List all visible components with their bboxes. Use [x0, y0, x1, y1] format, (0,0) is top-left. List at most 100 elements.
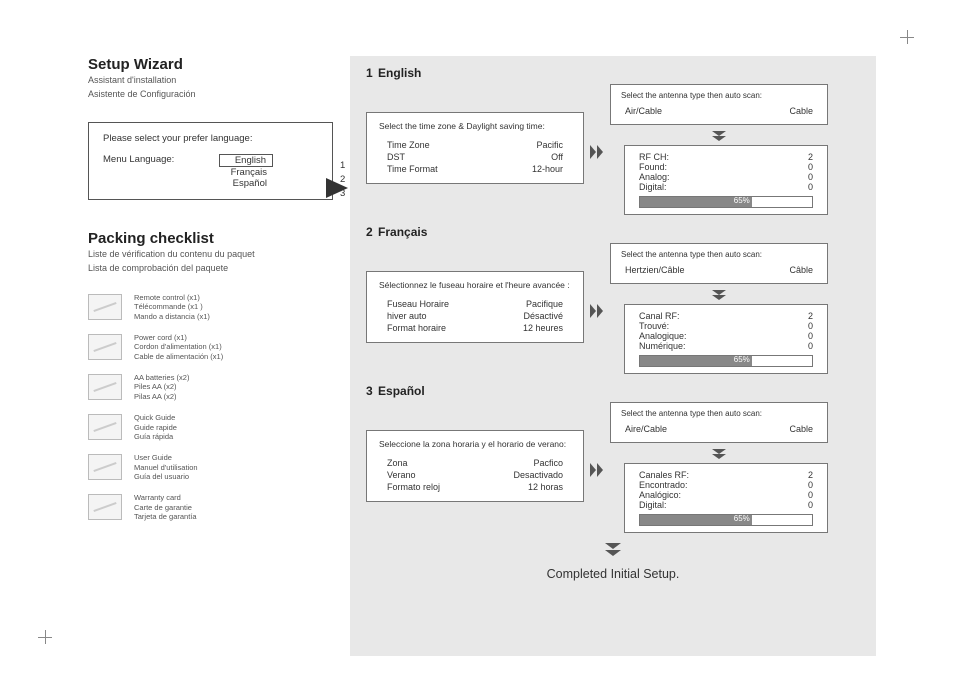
pk-quickguide: Quick Guide Guide rapide Guía rápida	[88, 413, 333, 441]
remote-icon	[88, 294, 122, 320]
pk-line: Warranty card	[134, 493, 197, 502]
pk-batteries: AA batteries (x2) Piles AA (x2) Pilas AA…	[88, 373, 333, 401]
scan-label: Analógico:	[639, 490, 681, 500]
ant-label: Aire/Cable	[625, 424, 667, 434]
pk-line: Guide rapide	[134, 423, 177, 432]
scan-value: 2	[808, 311, 813, 321]
pk-line: Remote control (x1)	[134, 293, 210, 302]
scan-label: Numérique:	[639, 341, 686, 351]
tz-value: 12-hour	[532, 164, 563, 174]
tz-value: Désactivé	[523, 311, 563, 321]
menu-language-label: Menu Language:	[103, 154, 203, 189]
scan-box-fr: Canal RF: 2 Trouvé: 0 Analogique: 0 Numériq…	[624, 304, 828, 374]
packing-title: Packing checklist	[88, 230, 333, 247]
pk-line: AA batteries (x2)	[134, 373, 189, 382]
tz-title: Sélectionnez le fuseau horaire et l'heur…	[379, 280, 571, 290]
scan-value: 0	[808, 341, 813, 351]
pk-line: Carte de garantie	[134, 503, 197, 512]
pk-line: Power cord (x1)	[134, 333, 223, 342]
scan-label: Digital:	[639, 182, 667, 192]
progress-bar: 65%	[639, 355, 813, 367]
lang-option-francais[interactable]: Français	[219, 167, 273, 178]
pk-line: Quick Guide	[134, 413, 177, 422]
scan-value: 0	[808, 331, 813, 341]
tz-label: Zona	[387, 458, 408, 468]
arrow-right-icon	[590, 304, 604, 318]
section-head: Français	[378, 225, 427, 239]
right-column: 1 English Select the time zone & Dayligh…	[350, 56, 876, 656]
scan-value: 0	[808, 182, 813, 192]
left-column: Setup Wizard Assistant d'installation As…	[88, 56, 333, 534]
packing-sub-fr: Liste de vérification du contenu du paqu…	[88, 249, 333, 261]
power-cord-icon	[88, 334, 122, 360]
pk-line: Cable de alimentación (x1)	[134, 352, 223, 361]
ant-title: Select the antenna type then auto scan:	[621, 250, 817, 259]
ant-title: Select the antenna type then auto scan:	[621, 409, 817, 418]
tz-label: Verano	[387, 470, 416, 480]
progress-pct: 65%	[734, 355, 750, 364]
pk-line: Guía del usuario	[134, 472, 198, 481]
pk-line: Pilas AA (x2)	[134, 392, 189, 401]
lang-option-english[interactable]: English	[219, 154, 273, 167]
timezone-box-en: Select the time zone & Daylight saving t…	[366, 112, 584, 184]
scan-label: Trouvé:	[639, 321, 669, 331]
scan-label: Canal RF:	[639, 311, 680, 321]
pk-userguide: User Guide Manuel d'utilisation Guía del…	[88, 453, 333, 481]
arrow-right-icon	[590, 145, 604, 159]
batteries-icon	[88, 374, 122, 400]
lang-option-espanol[interactable]: Español	[219, 178, 273, 189]
progress-bar: 65%	[639, 196, 813, 208]
language-select-box: Please select your prefer language: Menu…	[88, 122, 333, 200]
antenna-box-en: Select the antenna type then auto scan: …	[610, 84, 828, 125]
page: Setup Wizard Assistant d'installation As…	[88, 56, 873, 661]
timezone-box-es: Seleccione la zona horaria y el horario …	[366, 430, 584, 502]
tz-value: 12 horas	[528, 482, 563, 492]
section-num: 2	[366, 225, 373, 239]
scan-value: 2	[808, 470, 813, 480]
tz-value: Pacific	[536, 140, 563, 150]
tz-value: Pacfico	[533, 458, 563, 468]
scan-label: Digital:	[639, 500, 667, 510]
scan-value: 0	[808, 172, 813, 182]
tz-value: Desactivado	[513, 470, 563, 480]
scan-label: Found:	[639, 162, 667, 172]
progress-pct: 65%	[734, 514, 750, 523]
arrow-down-icon	[712, 449, 726, 459]
antenna-box-fr: Select the antenna type then auto scan: …	[610, 243, 828, 284]
tz-label: hiver auto	[387, 311, 427, 321]
pk-line: Guía rápida	[134, 432, 177, 441]
arrow-down-icon	[712, 131, 726, 141]
pk-line: Télécommande (x1 )	[134, 302, 210, 311]
tz-label: Time Format	[387, 164, 438, 174]
pk-line: Manuel d'utilisation	[134, 463, 198, 472]
tz-value: 12 heures	[523, 323, 563, 333]
tz-title: Seleccione la zona horaria y el horario …	[379, 439, 571, 449]
scan-value: 0	[808, 490, 813, 500]
pk-powercord: Power cord (x1) Cordon d'alimentation (x…	[88, 333, 333, 361]
warranty-card-icon	[88, 494, 122, 520]
subtitle-es: Asistente de Configuración	[88, 89, 333, 101]
scan-label: RF CH:	[639, 152, 669, 162]
scan-label: Canales RF:	[639, 470, 689, 480]
arrow-right-icon	[590, 463, 604, 477]
packing-checklist: Packing checklist Liste de vérification …	[88, 230, 333, 521]
language-prompt: Please select your prefer language:	[103, 133, 318, 144]
tz-label: DST	[387, 152, 405, 162]
completed-text: Completed Initial Setup.	[366, 567, 860, 581]
section-num: 3	[366, 384, 373, 398]
scan-label: Analogique:	[639, 331, 687, 341]
section-espanol: 3 Español Seleccione la zona horaria y e…	[366, 384, 860, 537]
ant-value: Cable	[789, 424, 813, 434]
pk-line: Piles AA (x2)	[134, 382, 189, 391]
scan-value: 0	[808, 321, 813, 331]
scan-value: 0	[808, 162, 813, 172]
section-francais: 2 Français Sélectionnez le fuseau horair…	[366, 225, 860, 378]
user-guide-icon	[88, 454, 122, 480]
section-head: Español	[378, 384, 425, 398]
progress-pct: 65%	[734, 196, 750, 205]
section-english: 1 English Select the time zone & Dayligh…	[366, 66, 860, 219]
packing-sub-es: Lista de comprobación del paquete	[88, 263, 333, 275]
lang-num-1: 1	[340, 159, 345, 173]
antenna-box-es: Select the antenna type then auto scan: …	[610, 402, 828, 443]
section-head: English	[378, 66, 421, 80]
